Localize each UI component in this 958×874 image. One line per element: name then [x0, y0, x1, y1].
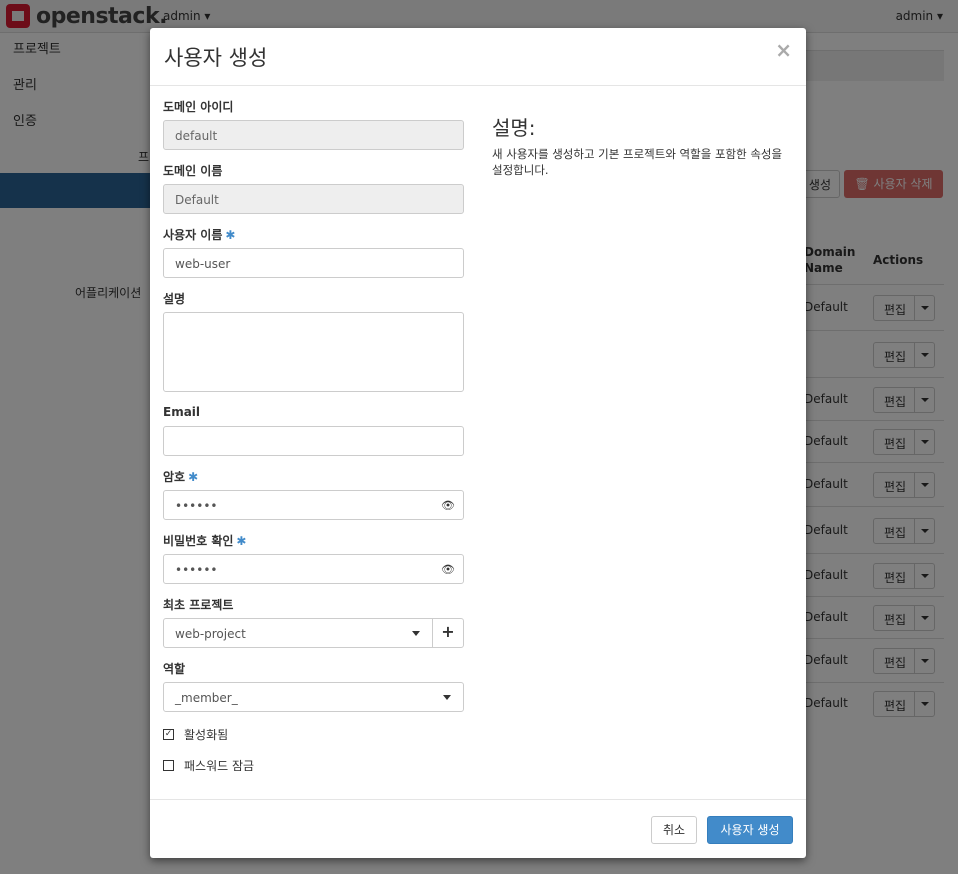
primary-project-label: 최초 프로젝트 [163, 598, 234, 612]
add-project-button[interactable]: + [432, 618, 464, 648]
cancel-button[interactable]: 취소 [651, 816, 697, 844]
enabled-checkbox[interactable]: ✓ [163, 729, 174, 740]
password-value: •••••• [175, 499, 218, 513]
confirm-password-value: •••••• [175, 563, 218, 577]
lock-password-checkbox[interactable] [163, 760, 174, 771]
modal-title: 사용자 생성 [164, 46, 268, 70]
close-icon[interactable]: × [775, 38, 792, 62]
primary-project-select[interactable]: web-project [163, 618, 433, 648]
domain-name-label: 도메인 이름 [163, 164, 223, 178]
confirm-password-label: 비밀번호 확인 ✱ [163, 532, 246, 549]
description-label: 설명 [163, 292, 186, 306]
role-select[interactable]: _member_ [163, 682, 464, 712]
username-input[interactable]: web-user [163, 248, 464, 278]
username-label: 사용자 이름 ✱ [163, 226, 235, 243]
email-label: Email [163, 405, 201, 419]
enabled-label: 활성화됨 [184, 728, 229, 742]
domain-id-field: default [163, 120, 464, 150]
required-icon: ✱ [225, 228, 236, 242]
modal-footer: 취소 사용자 생성 [150, 799, 806, 859]
primary-project-value: web-project [175, 627, 246, 641]
chevron-down-icon [443, 695, 451, 700]
create-user-modal: 사용자 생성 × 도메인 아이디 default 도메인 이름 Default … [150, 28, 806, 858]
help-text: 새 사용자를 생성하고 기본 프로젝트와 역할을 포함한 속성을 설정합니다. [492, 147, 783, 177]
username-label-text: 사용자 이름 [163, 228, 223, 242]
domain-id-label: 도메인 아이디 [163, 100, 234, 114]
lock-password-checkbox-row[interactable]: 패스워드 잠금 [163, 757, 254, 774]
create-user-button[interactable]: 사용자 생성 [707, 816, 793, 844]
description-textarea[interactable] [163, 312, 464, 392]
email-field[interactable] [163, 426, 464, 456]
lock-password-label: 패스워드 잠금 [184, 759, 255, 773]
eye-icon[interactable]: 👁 [441, 499, 455, 512]
required-icon: ✱ [236, 534, 247, 548]
eye-icon[interactable]: 👁 [441, 563, 455, 576]
confirm-password-label-text: 비밀번호 확인 [163, 534, 234, 548]
password-label: 암호 ✱ [163, 468, 198, 485]
password-label-text: 암호 [163, 470, 186, 484]
confirm-password-input[interactable]: •••••• 👁 [163, 554, 464, 584]
help-title: 설명: [492, 116, 536, 140]
role-value: _member_ [175, 691, 238, 705]
domain-name-field: Default [163, 184, 464, 214]
role-label: 역할 [163, 662, 186, 676]
modal-header: 사용자 생성 × [150, 28, 806, 86]
chevron-down-icon [412, 631, 420, 636]
password-input[interactable]: •••••• 👁 [163, 490, 464, 520]
required-icon: ✱ [188, 470, 199, 484]
enabled-checkbox-row[interactable]: ✓ 활성화됨 [163, 726, 228, 743]
